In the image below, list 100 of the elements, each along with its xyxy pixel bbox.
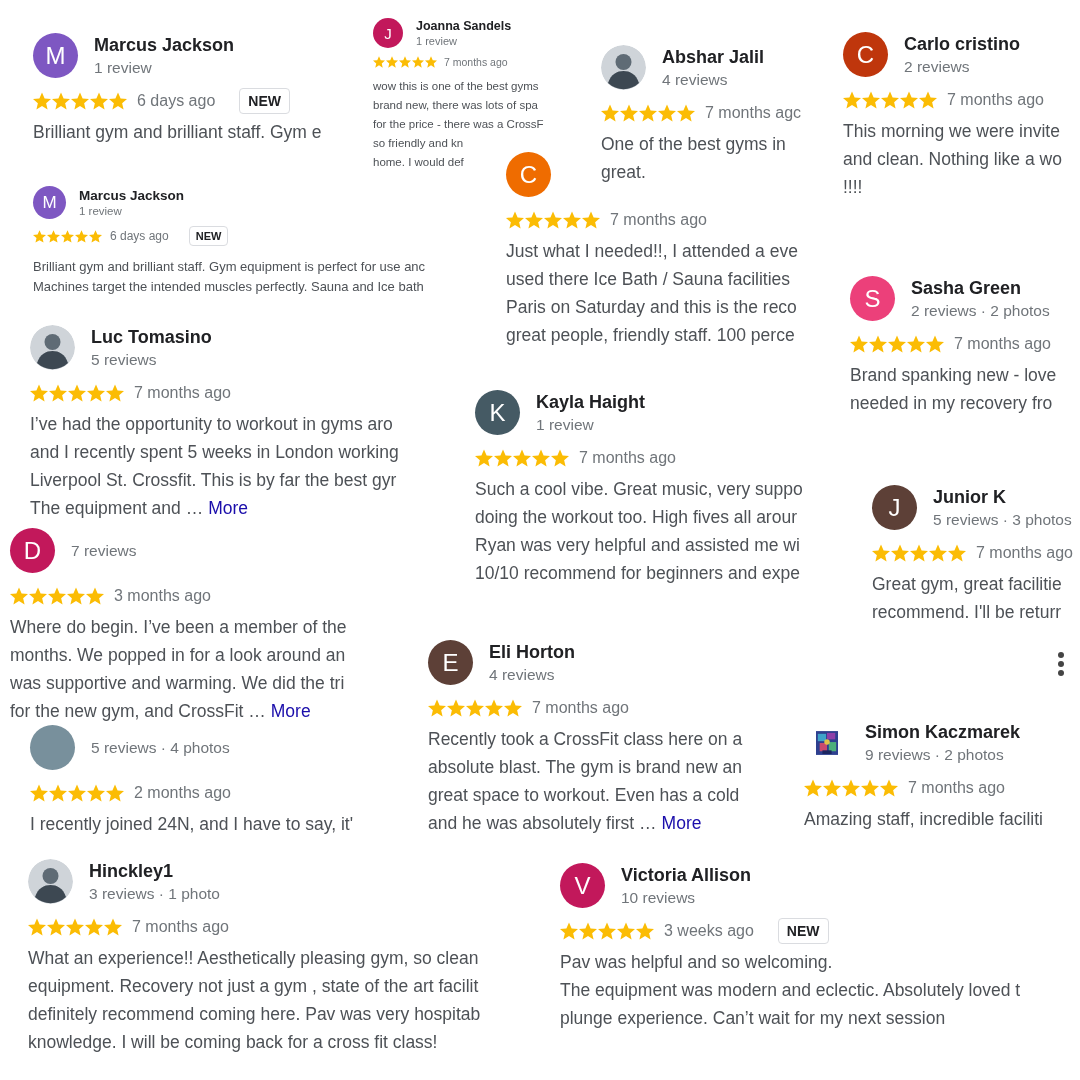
review-count: 2 reviews · 2 photos <box>911 300 1050 320</box>
reviewer-name: Junior K <box>933 486 1007 508</box>
avatar-icon <box>28 859 73 904</box>
review-count: 5 reviews <box>91 349 158 369</box>
star-icon <box>386 56 398 68</box>
star-icon <box>104 918 122 936</box>
review-date: 7 months ago <box>532 699 629 717</box>
star-icon <box>532 449 550 467</box>
review-text: I’ve had the opportunity to workout in gyms aro and I recently spent 5 weeks in London working Liverpool St. Crossfit. This is by far the best gyr The equipment and … More <box>30 413 399 520</box>
star-icon <box>620 104 638 122</box>
review-count: 1 review <box>79 203 123 219</box>
review-text: I recently joined 24N, and I have to say, it' <box>30 813 354 836</box>
review-text: Recently took a CrossFit class here on a absolute blast. The gym is brand new an great space to workout. Even has a cold and he was absolutely first … More <box>428 728 743 835</box>
star-icon <box>862 91 880 109</box>
review-text: This morning we were invite and clean. Nothing like a wo !!!! <box>843 120 1062 199</box>
review-date: 2 months ago <box>134 784 231 802</box>
star-icon <box>33 229 46 243</box>
star-icon <box>926 335 944 353</box>
star-icon <box>71 92 89 110</box>
star-icon <box>504 699 522 717</box>
review-count: 1 review <box>536 414 595 434</box>
review-date: 7 months agc <box>705 104 802 122</box>
avatar: M <box>33 33 78 78</box>
star-icon <box>861 779 879 797</box>
star-icon <box>525 211 543 229</box>
star-icon <box>910 544 928 562</box>
star-icon <box>47 229 60 243</box>
star-icon <box>560 922 578 940</box>
review-text: Such a cool vibe. Great music, very suppo doing the workout too. High fives all arour Ryan was very helpful and assisted me wi 10/10 recommend for beginners and expe <box>475 478 803 585</box>
star-icon <box>872 544 890 562</box>
star-icon <box>28 918 46 936</box>
more-link[interactable]: More <box>661 813 702 833</box>
star-icon <box>617 922 635 940</box>
reviewer-name: Joanna Sandels <box>416 18 512 34</box>
reviewer-name: Luc Tomasino <box>91 326 212 348</box>
star-icon <box>900 91 918 109</box>
star-icon <box>494 449 512 467</box>
star-icon <box>90 92 108 110</box>
review-date: 6 days ago <box>137 92 216 110</box>
avatar: S <box>850 276 895 321</box>
review-text: One of the best gyms in great. <box>601 133 787 184</box>
more-link[interactable]: More <box>270 701 311 721</box>
review-text: Brand spanking new - love needed in my recovery fro <box>850 364 1057 415</box>
star-icon <box>87 784 105 802</box>
avatar: D <box>10 528 55 573</box>
star-icon <box>68 384 86 402</box>
reviewer-name: Marcus Jackson <box>79 186 185 204</box>
more-link[interactable]: More <box>208 498 249 518</box>
reviewer-name: Victoria Allison <box>621 864 752 886</box>
star-icon <box>61 229 74 243</box>
star-icon <box>804 779 822 797</box>
star-icon <box>842 779 860 797</box>
review-text: Brilliant gym and brilliant staff. Gym equipment is perfect for use anc Machines target the intended muscles perfectly. Sauna and Ice bath <box>33 258 426 296</box>
review-text: Pav was helpful and so welcoming. The equipment was modern and eclectic. Absolutely loved t plunge experience. Can’t wait for my next session <box>560 951 1021 1030</box>
star-icon <box>33 92 51 110</box>
star-icon <box>106 384 124 402</box>
star-icon <box>869 335 887 353</box>
avatar: M <box>33 186 66 219</box>
star-icon <box>513 449 531 467</box>
review-text: Brilliant gym and brilliant staff. Gym e <box>33 121 322 144</box>
star-icon <box>29 587 47 605</box>
review-count: 4 reviews <box>662 69 729 89</box>
reviewer-name: Eli Horton <box>489 641 575 663</box>
more-icon[interactable] <box>1057 651 1065 677</box>
review-count: 4 reviews <box>489 664 556 684</box>
star-icon <box>466 699 484 717</box>
review-text: Where do begin. I’ve been a member of the months. We popped in for a look around an was supportive and warming. We did the tri for the new gym, and CrossFit … More <box>10 616 347 723</box>
review-text: Amazing staff, incredible faciliti <box>804 808 1043 831</box>
new-badge: NEW <box>239 88 290 114</box>
review-count: 9 reviews · 2 photos <box>865 744 1005 764</box>
star-icon <box>412 56 424 68</box>
reviewer-name: Carlo cristino <box>904 33 1021 55</box>
review-text: Just what I needed!!, I attended a eve used there Ice Bath / Sauna facilities Paris on Saturday and this is the reco great people, friendly staff. 100 perce <box>506 240 798 347</box>
star-icon <box>75 229 88 243</box>
review-date: 7 months ago <box>947 91 1044 109</box>
review-date: 7 months ago <box>134 384 231 402</box>
star-icon <box>49 784 67 802</box>
star-icon <box>948 544 966 562</box>
reviewer-name: Marcus Jackson <box>94 34 235 56</box>
star-icon <box>658 104 676 122</box>
star-icon <box>428 699 446 717</box>
star-icon <box>89 229 102 243</box>
review-count: 7 reviews <box>71 541 137 560</box>
star-icon <box>843 91 861 109</box>
review-count: 2 reviews <box>904 56 971 76</box>
star-icon <box>601 104 619 122</box>
reviewer-name: Simon Kaczmarek <box>865 721 1021 743</box>
review-count: 3 reviews · 1 photo <box>89 883 220 903</box>
review-date: 7 months ago <box>954 335 1051 353</box>
review-date: 7 months ago <box>610 211 707 229</box>
avatar: C <box>506 152 551 197</box>
star-icon <box>485 699 503 717</box>
star-icon <box>888 335 906 353</box>
star-icon <box>106 784 124 802</box>
avatar: K <box>475 390 520 435</box>
star-icon <box>425 56 437 68</box>
review-count: 1 review <box>94 57 153 77</box>
star-icon <box>907 335 925 353</box>
star-icon <box>919 91 937 109</box>
star-icon <box>579 922 597 940</box>
